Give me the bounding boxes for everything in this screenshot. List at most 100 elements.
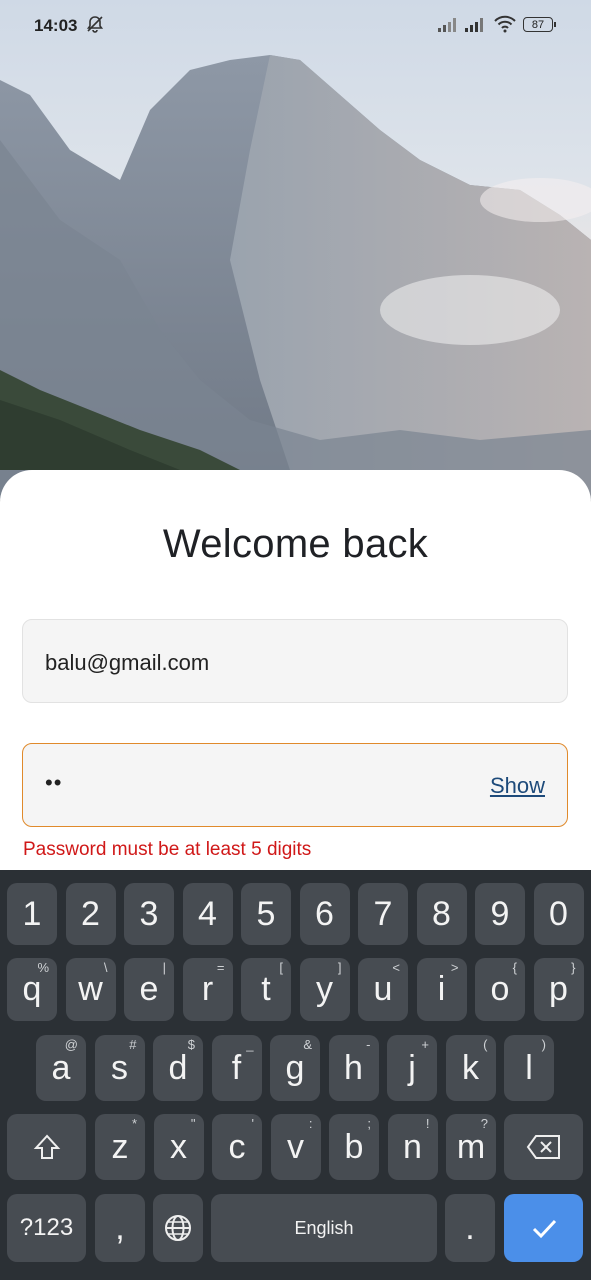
backspace-key[interactable] [504, 1114, 583, 1180]
space-key-label: English [294, 1217, 354, 1238]
key-z-hint: * [131, 1116, 137, 1131]
key-j[interactable]: j + [387, 1035, 437, 1101]
key-r[interactable]: r = [182, 958, 233, 1021]
key-i[interactable]: i > [416, 958, 467, 1021]
key-g-label: g [285, 1048, 305, 1087]
key-0-label: 0 [549, 894, 568, 933]
key-q-label: q [22, 970, 42, 1008]
period-key[interactable]: . [445, 1194, 495, 1262]
key-9[interactable]: 9 [475, 883, 525, 945]
key-f-hint: _ [246, 1037, 254, 1052]
key-2[interactable]: 2 [65, 883, 116, 945]
key-7[interactable]: 7 [358, 883, 408, 945]
login-card: Welcome back balu@gmail.com •• Show Pass… [0, 470, 591, 880]
key-n-label: n [403, 1127, 422, 1166]
soft-keyboard: 1 2 3 4 5 6 7 8 9 0 q% w \ e | r = t[y] u < i > o{p} a @ s # d $ f _ g &… [0, 870, 591, 1280]
key-a-hint: @ [64, 1037, 78, 1052]
key-x-label: x [170, 1127, 187, 1166]
key-b-hint: ; [367, 1116, 371, 1131]
key-k-hint: ( [483, 1037, 488, 1052]
key-f-label: f [231, 1048, 242, 1087]
key-l-label: l [525, 1048, 533, 1087]
key-g[interactable]: g & [270, 1035, 320, 1101]
key-c-hint: ' [251, 1116, 254, 1131]
key-l[interactable]: l) [504, 1035, 554, 1101]
key-1[interactable]: 1 [7, 883, 57, 945]
key-s[interactable]: s # [94, 1035, 145, 1101]
key-1-label: 1 [22, 894, 42, 933]
key-f[interactable]: f _ [211, 1035, 262, 1101]
key-j-label: j [408, 1048, 416, 1087]
key-o-hint: { [512, 960, 517, 975]
symbols-key-label: ?123 [19, 1214, 74, 1241]
key-4-label: 4 [198, 894, 217, 933]
key-q-hint: % [37, 960, 49, 975]
key-d-hint: $ [187, 1037, 195, 1052]
key-z-label: z [111, 1127, 129, 1166]
key-p-label: p [549, 970, 568, 1008]
key-0[interactable]: 0 [533, 883, 584, 945]
comma-key[interactable]: , [95, 1194, 145, 1262]
key-w-label: w [78, 970, 103, 1008]
email-field[interactable]: balu@gmail.com [22, 619, 568, 703]
key-3[interactable]: 3 [124, 883, 174, 945]
key-q[interactable]: q% [7, 958, 57, 1021]
key-h[interactable]: h- [328, 1035, 379, 1101]
hero-mountain-image: 14:03 87 [0, 0, 591, 500]
show-password-link[interactable]: Show [490, 773, 545, 799]
password-field[interactable]: •• Show [22, 743, 568, 827]
key-8-label: 8 [432, 894, 451, 933]
key-b-label: b [344, 1127, 364, 1166]
key-t-hint: [ [279, 960, 283, 975]
key-a[interactable]: a @ [36, 1035, 86, 1101]
key-s-label: s [111, 1048, 128, 1087]
key-n[interactable]: n! [387, 1114, 438, 1180]
key-t[interactable]: t[ [241, 958, 291, 1021]
key-9-label: 9 [490, 894, 510, 933]
key-w[interactable]: w \ [65, 958, 116, 1021]
key-v-label: v [287, 1127, 304, 1166]
key-y-hint: ] [337, 960, 342, 975]
symbols-key[interactable]: ?123 [7, 1194, 86, 1262]
key-6[interactable]: 6 [299, 883, 350, 945]
language-key[interactable] [153, 1194, 203, 1262]
status-bar: 14:03 87 [0, 0, 591, 50]
key-e[interactable]: e | [124, 958, 174, 1021]
key-e-label: e [139, 970, 159, 1008]
key-p[interactable]: p} [533, 958, 584, 1021]
key-y[interactable]: y] [299, 958, 350, 1021]
key-p-hint: } [571, 960, 576, 975]
key-v-hint: : [308, 1116, 313, 1131]
key-b[interactable]: b; [329, 1114, 379, 1180]
key-z[interactable]: z * [95, 1114, 145, 1180]
shift-key[interactable] [7, 1114, 86, 1180]
key-u[interactable]: u < [358, 958, 408, 1021]
status-time: 14:03 [34, 16, 78, 35]
key-6-label: 6 [315, 894, 334, 933]
key-k[interactable]: k( [445, 1035, 496, 1101]
key-x-hint: " [190, 1116, 196, 1131]
key-m-label: m [456, 1127, 486, 1166]
key-e-hint: | [162, 960, 166, 975]
key-5[interactable]: 5 [241, 883, 291, 945]
key-v[interactable]: v: [270, 1114, 321, 1180]
page-title: Welcome back [162, 522, 429, 566]
check-icon [532, 1219, 556, 1239]
space-key[interactable]: English [211, 1194, 437, 1262]
key-m[interactable]: m? [446, 1114, 496, 1180]
key-d[interactable]: d $ [153, 1035, 203, 1101]
key-7-label: 7 [373, 894, 393, 933]
key-x[interactable]: x " [153, 1114, 204, 1180]
key-w-hint: \ [103, 960, 108, 975]
done-key[interactable] [504, 1194, 583, 1262]
key-8[interactable]: 8 [416, 883, 467, 945]
key-h-label: h [344, 1048, 363, 1087]
key-4[interactable]: 4 [182, 883, 233, 945]
key-i-hint: > [450, 960, 459, 975]
key-c[interactable]: c ' [212, 1114, 262, 1180]
key-o[interactable]: o{ [475, 958, 525, 1021]
key-l-hint: ) [541, 1037, 546, 1052]
mountain-illustration [0, 55, 591, 500]
key-m-hint: ? [480, 1116, 488, 1131]
key-y-label: y [316, 970, 333, 1008]
